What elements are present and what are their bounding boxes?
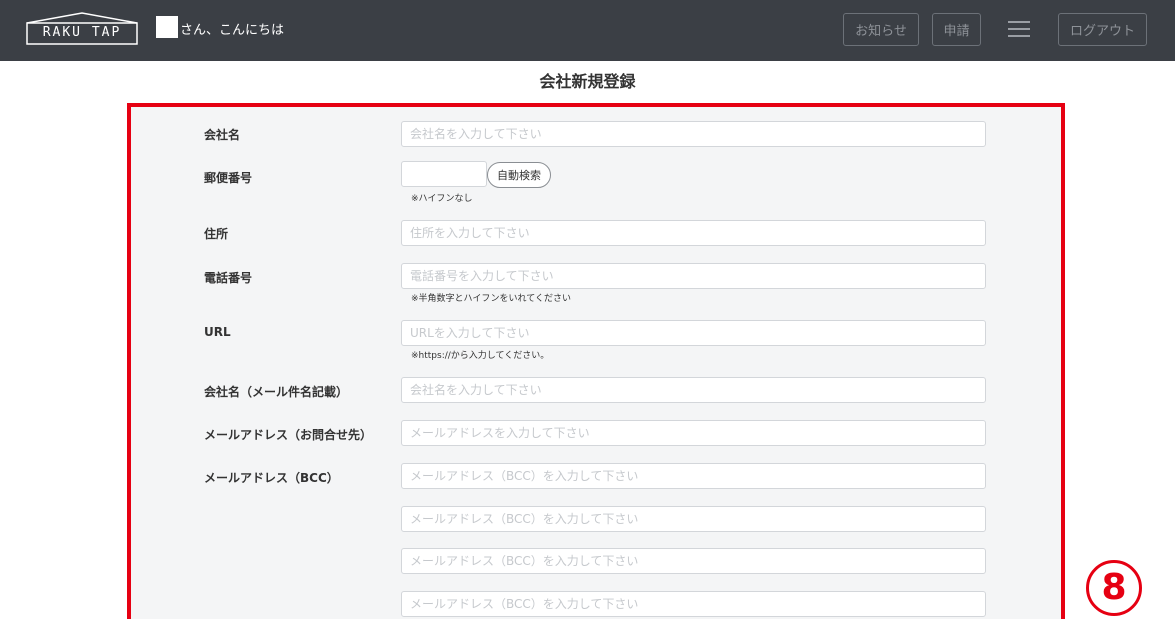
bcc-email-input-4[interactable] <box>401 591 986 617</box>
company-registration-form: 会社名 郵便番号 自動検索 ※ハイフンなし 住所 電話番号 ※半角数字とハイフン… <box>127 103 1065 619</box>
bcc-email-input-2[interactable] <box>401 506 986 532</box>
phone-hint: ※半角数字とハイフンをいれてください <box>411 294 572 304</box>
user-name-mask <box>156 16 178 38</box>
postal-code-label: 郵便番号 <box>204 171 253 185</box>
auto-search-button[interactable]: 自動検索 <box>487 162 551 188</box>
mail-company-name-label: 会社名（メール件名記載） <box>204 385 349 399</box>
company-name-label: 会社名 <box>204 128 241 142</box>
logo-text: RAKU TAP <box>42 25 122 40</box>
address-label: 住所 <box>204 227 229 241</box>
bcc-email-label: メールアドレス（BCC） <box>204 471 339 485</box>
url-input[interactable] <box>401 320 986 346</box>
url-label: URL <box>204 325 231 339</box>
contact-email-input[interactable] <box>401 420 986 446</box>
company-name-input[interactable] <box>401 121 986 147</box>
bcc-email-input-3[interactable] <box>401 548 986 574</box>
bcc-email-input-1[interactable] <box>401 463 986 489</box>
phone-input[interactable] <box>401 263 986 289</box>
page-title: 会社新規登録 <box>539 72 636 91</box>
top-navbar: RAKU TAP さん、こんにちは お知らせ 申請 ログアウト <box>0 0 1175 61</box>
logout-button[interactable]: ログアウト <box>1058 13 1147 46</box>
address-input[interactable] <box>401 220 986 246</box>
contact-email-label: メールアドレス（お問合せ先） <box>204 428 373 442</box>
postal-code-hint: ※ハイフンなし <box>411 194 473 204</box>
url-hint: ※https://から入力してください。 <box>411 351 550 361</box>
apply-button[interactable]: 申請 <box>932 13 981 46</box>
notice-button[interactable]: お知らせ <box>843 13 919 46</box>
postal-code-input[interactable] <box>401 161 487 187</box>
phone-label: 電話番号 <box>204 271 253 285</box>
step-number-badge: 8 <box>1086 560 1142 616</box>
hamburger-menu-icon[interactable] <box>1008 21 1030 38</box>
greeting-text: さん、こんにちは <box>180 23 285 38</box>
mail-company-name-input[interactable] <box>401 377 986 403</box>
raku-tap-logo[interactable]: RAKU TAP <box>25 12 139 45</box>
